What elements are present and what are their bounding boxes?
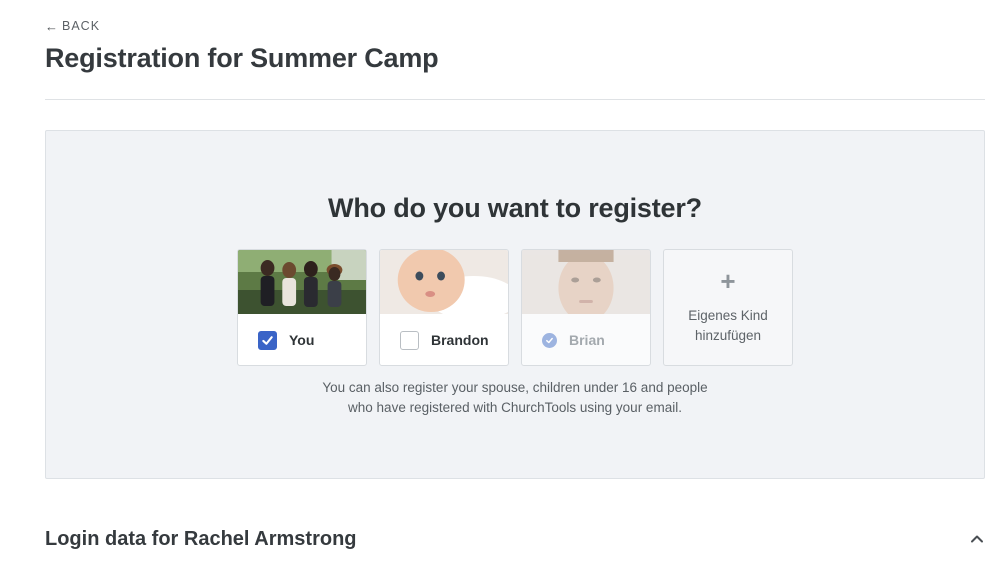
panel-question: Who do you want to register? <box>328 193 702 223</box>
person-name-brian: Brian <box>569 332 605 348</box>
person-photo-you <box>238 250 366 314</box>
person-card-brandon[interactable]: Brandon <box>379 249 509 366</box>
person-cards: You Brandon Brian + Eigenes Kind hinzufü… <box>237 249 793 366</box>
register-note-line-2: who have registered with ChurchTools usi… <box>348 400 682 415</box>
register-note: You can also register your spouse, child… <box>46 378 984 418</box>
back-link[interactable]: ← BACK <box>45 19 100 33</box>
add-child-button[interactable]: + Eigenes Kind hinzufügen <box>663 249 793 366</box>
header-divider <box>45 99 985 100</box>
checkmark-icon <box>262 335 273 345</box>
add-child-label: Eigenes Kind hinzufügen <box>688 308 768 343</box>
checkbox-brandon[interactable] <box>400 330 419 350</box>
person-name-you: You <box>289 332 315 348</box>
checkbox-you[interactable] <box>258 330 277 350</box>
registered-check-icon <box>542 332 557 348</box>
login-section-title: Login data for Rachel Armstrong <box>45 528 357 550</box>
person-photo-brandon <box>380 250 508 314</box>
arrow-left-icon: ← <box>45 18 58 34</box>
plus-icon: + <box>720 266 736 296</box>
register-note-line-1: You can also register your spouse, child… <box>322 380 708 395</box>
person-card-you[interactable]: You <box>237 249 367 366</box>
person-photo-brian <box>522 250 650 314</box>
chevron-up-icon[interactable] <box>969 531 985 547</box>
back-label: BACK <box>62 19 101 33</box>
person-card-brian: Brian <box>521 249 651 366</box>
person-name-brandon: Brandon <box>431 332 489 348</box>
registration-panel: Who do you want to register? You Brandon… <box>45 130 985 479</box>
page-title: Registration for Summer Camp <box>45 43 439 73</box>
